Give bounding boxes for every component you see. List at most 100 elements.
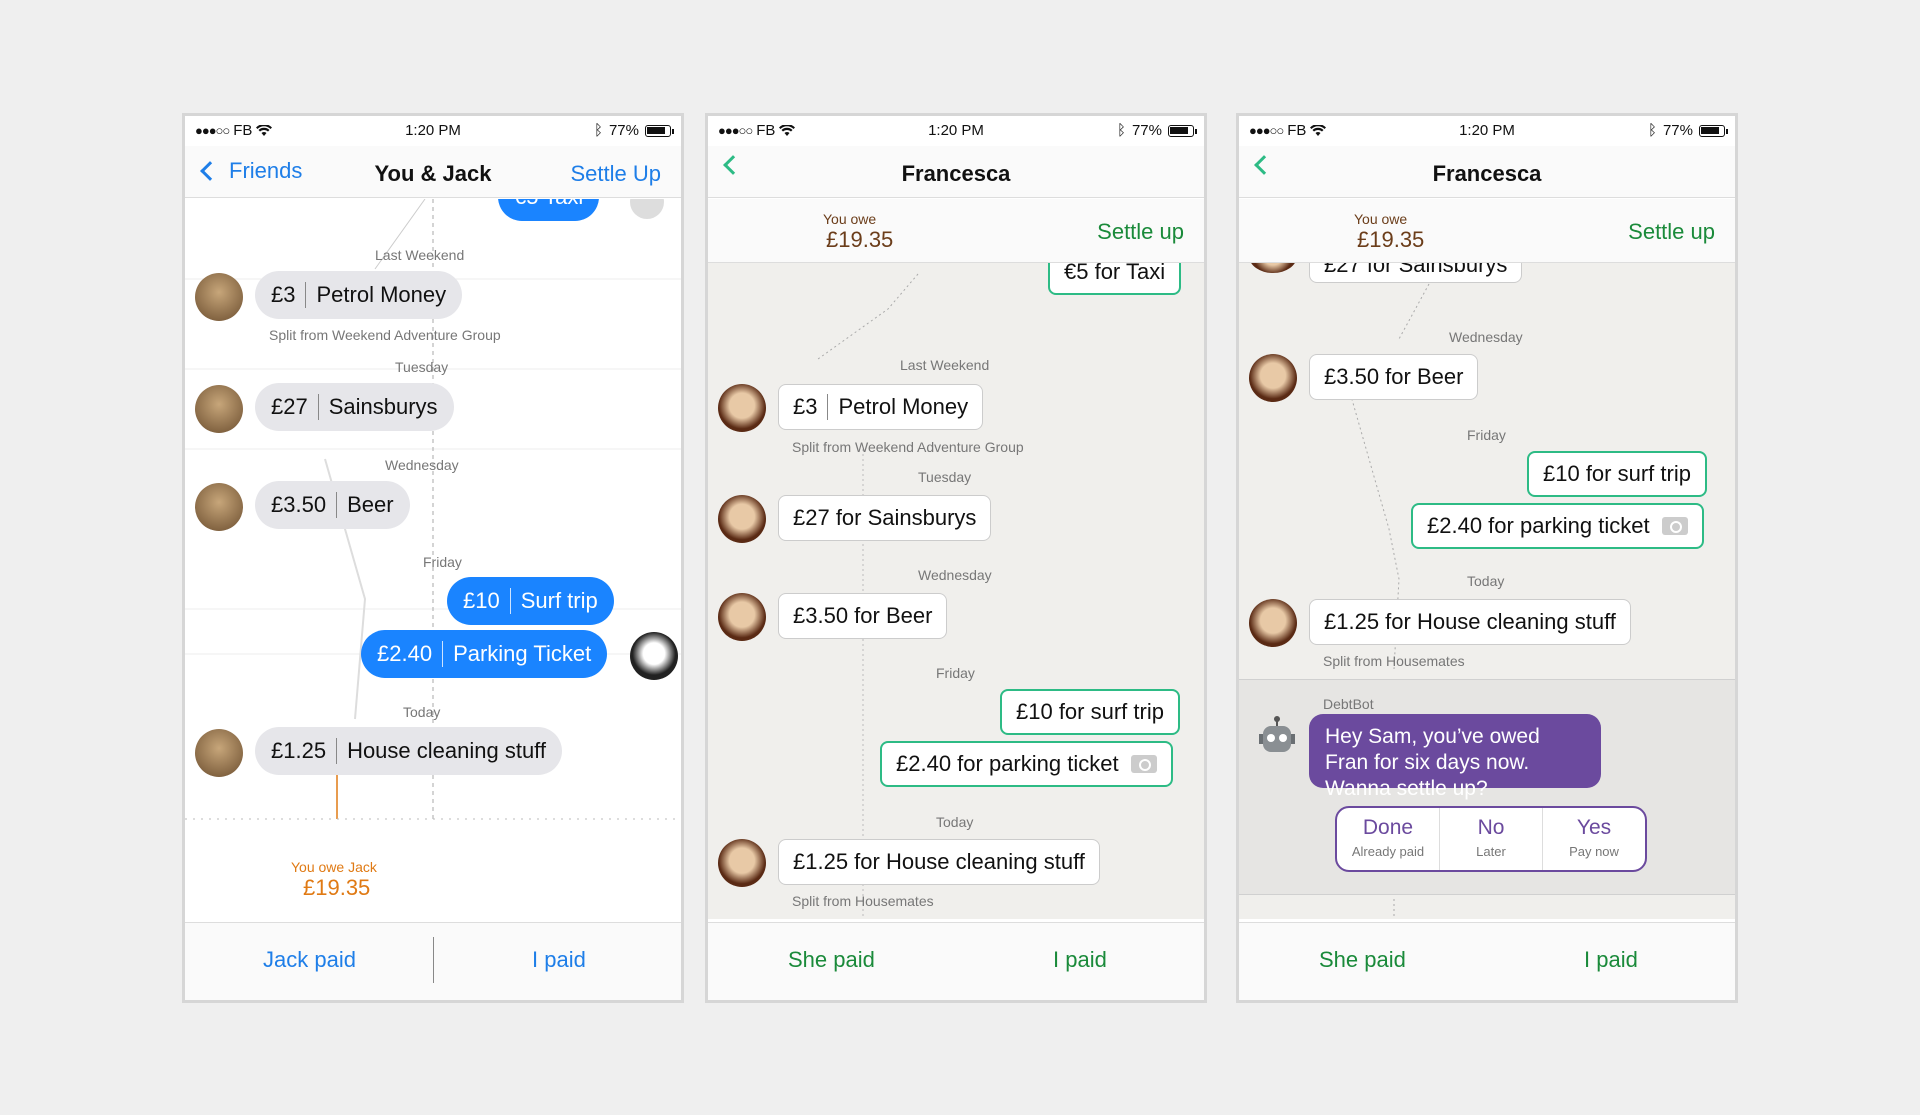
expense-card[interactable]: £1.25 for House cleaning stuff (778, 839, 1100, 885)
page-title: Francesca (901, 161, 1011, 186)
day-label: Tuesday (395, 359, 449, 375)
expense-bubble[interactable]: £3.50 Beer (255, 481, 410, 529)
bot-message-bubble: Hey Sam, you’ve owed Fran for six days n… (1309, 714, 1601, 800)
nav-bar: Friends You & Jack Settle Up (185, 146, 681, 198)
expense-card[interactable]: £10 for surf trip (1527, 451, 1707, 497)
description: House cleaning stuff (347, 738, 547, 763)
i-paid-button[interactable]: I paid (532, 947, 586, 973)
day-label: Today (936, 814, 974, 830)
split-note: Split from Housemates (1323, 653, 1465, 669)
avatar-friend (195, 385, 243, 433)
timeline-lines (817, 273, 919, 919)
jack-paid-button[interactable]: Jack paid (263, 947, 356, 973)
nav-bar: Francesca (1239, 146, 1735, 198)
done-button[interactable]: Done Already paid (1337, 808, 1440, 870)
bluetooth-icon: ᛒ (1116, 122, 1126, 139)
yes-button[interactable]: Yes Pay now (1543, 808, 1645, 870)
day-label: Wednesday (385, 457, 459, 473)
expense-bubble[interactable]: £2.40 Parking Ticket (361, 630, 608, 678)
day-label: Wednesday (1449, 329, 1523, 345)
expense-bubble[interactable]: £3 Petrol Money (255, 271, 463, 319)
expense-card[interactable]: £2.40 for parking ticket (1411, 503, 1704, 549)
amount: £2.40 (377, 641, 433, 666)
expense-card[interactable]: £3.50 for Beer (1309, 354, 1479, 400)
phone-you-and-jack: ●●●○○ FB 1:20 PM ᛒ 77% Friends You & Jack … (182, 113, 684, 1003)
she-paid-button[interactable]: She paid (788, 947, 875, 973)
expense-bubble[interactable]: £10 Surf trip (447, 577, 614, 625)
day-label: Today (403, 704, 441, 720)
expense-card[interactable]: £3.50 for Beer (778, 593, 948, 639)
amount: £10 (463, 588, 500, 613)
split-note: Split from Housemates (792, 893, 934, 909)
day-label: Last Weekend (375, 247, 465, 263)
i-paid-button[interactable]: I paid (1584, 947, 1638, 973)
page-title: Francesca (1432, 161, 1542, 186)
amount: £27 (271, 394, 308, 419)
avatar-francesca (1249, 354, 1297, 402)
owe-summary-bar: You owe £19.35 Settle up (1239, 199, 1735, 263)
bubble-text: €5 Taxi (514, 199, 583, 210)
description: Parking Ticket (453, 641, 592, 666)
day-label: Today (1467, 573, 1505, 589)
owe-summary-bar: You owe £19.35 Settle up (708, 199, 1204, 263)
amount: £1.25 (271, 738, 327, 763)
day-label: Tuesday (918, 469, 972, 485)
status-bar: ●●●○○ FB 1:20 PM ᛒ 77% (1239, 116, 1735, 146)
amount: £3.50 (271, 492, 327, 517)
avatar-francesca (1249, 599, 1297, 647)
expense-bubble[interactable]: £1.25 House cleaning stuff (255, 727, 563, 775)
description: Sainsburys (328, 394, 438, 419)
expense-card[interactable]: £2.40 for parking ticket (880, 741, 1173, 787)
avatar-friend (195, 273, 243, 321)
battery-percent: 77% (1131, 122, 1162, 139)
bot-name: DebtBot (1323, 696, 1374, 712)
card-text: £2.40 for parking ticket (1427, 513, 1650, 538)
expense-card[interactable]: £27 for Sainsburys (778, 495, 992, 541)
owe-amount: £19.35 (826, 227, 894, 252)
avatar-francesca (718, 384, 766, 432)
battery-icon (1168, 124, 1197, 137)
message-bubble-taxi[interactable]: €5 Taxi (498, 199, 600, 221)
divider (433, 937, 434, 983)
settle-up-button[interactable]: Settle up (1628, 219, 1715, 245)
phone-francesca: ●●●○○ FB 1:20 PM ᛒ 77% Francesca €5 for Ta… (705, 113, 1207, 1003)
action-sub: Already paid (1351, 844, 1425, 859)
card-text: £3.50 for Beer (1324, 364, 1464, 389)
owe-label: You owe (823, 211, 877, 227)
no-button[interactable]: No Later (1440, 808, 1543, 870)
avatar-francesca (718, 593, 766, 641)
expense-bubble[interactable]: £27 Sainsburys (255, 383, 454, 431)
split-note: Split from Weekend Adventure Group (792, 439, 1024, 455)
description: Petrol Money (838, 394, 969, 419)
robot-icon (1259, 716, 1295, 752)
action-label: Done (1362, 816, 1414, 839)
amount: £3 (793, 394, 818, 419)
card-text: £3.50 for Beer (793, 603, 933, 628)
i-paid-button[interactable]: I paid (1053, 947, 1107, 973)
settle-up-button[interactable]: Settle Up (571, 161, 662, 187)
card-text: £10 for surf trip (1016, 699, 1164, 724)
description: Petrol Money (316, 282, 447, 307)
settle-up-button[interactable]: Settle up (1097, 219, 1184, 245)
bluetooth-icon: ᛒ (1647, 122, 1657, 139)
transaction-feed[interactable]: €5 Taxi Last Weekend £3 Petrol Money Spli… (185, 199, 681, 919)
camera-icon[interactable] (1130, 755, 1157, 773)
action-sub: Later (1476, 844, 1506, 859)
transaction-feed[interactable]: £27 for Sainsburys Wednesday £3.50 for B… (1239, 199, 1735, 919)
action-label: Yes (1576, 816, 1612, 839)
bottom-action-bar: She paid I paid (1239, 922, 1735, 1000)
day-label: Friday (936, 665, 975, 681)
card-text: £10 for surf trip (1543, 461, 1691, 486)
she-paid-button[interactable]: She paid (1319, 947, 1406, 973)
day-label: Friday (423, 554, 462, 570)
battery-icon (1699, 124, 1728, 137)
expense-card[interactable]: £10 for surf trip (1000, 689, 1180, 735)
amount: £3 (271, 282, 296, 307)
expense-card[interactable]: £1.25 for House cleaning stuff (1309, 599, 1631, 645)
camera-icon[interactable] (1661, 517, 1688, 535)
owe-amount: £19.35 (1357, 227, 1425, 252)
phone-francesca-debtbot: ●●●○○ FB 1:20 PM ᛒ 77% Francesca £27 for S… (1236, 113, 1738, 1003)
owe-label: You owe (1354, 211, 1408, 227)
transaction-feed[interactable]: €5 for Taxi Last Weekend £3 Petrol Money … (708, 199, 1204, 919)
expense-card[interactable]: £3 Petrol Money (778, 384, 984, 430)
